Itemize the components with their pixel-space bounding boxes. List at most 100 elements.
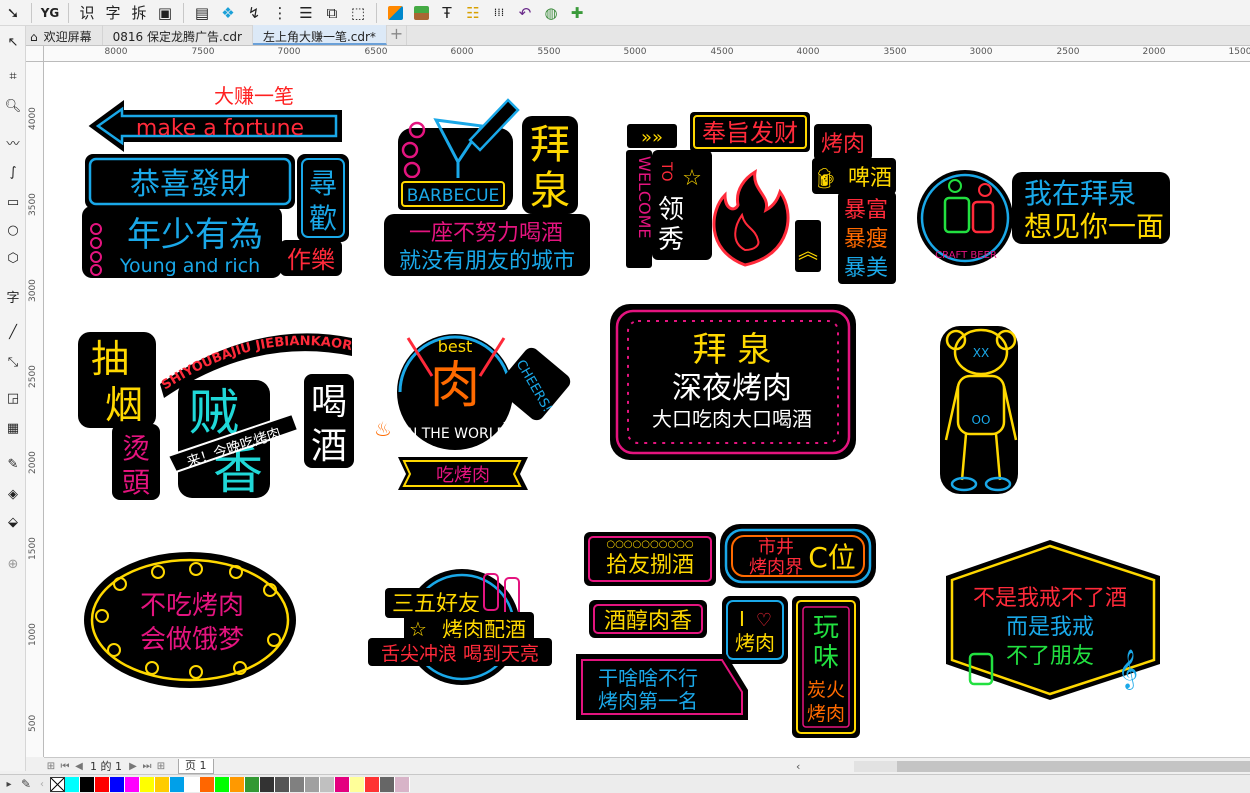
- paste-icon[interactable]: ▣: [154, 2, 176, 24]
- sticker-bbq-dream[interactable]: 不吃烤肉 会做饿梦: [84, 552, 296, 688]
- color-swatch[interactable]: [170, 776, 185, 792]
- list-icon[interactable]: ☷: [462, 2, 484, 24]
- step-icon[interactable]: ↯: [243, 2, 265, 24]
- vertical-ruler[interactable]: 4000 3500 3000 2500 2000 1500 1000 500: [26, 62, 44, 757]
- page-tab-1[interactable]: 页 1: [178, 758, 214, 774]
- crop-tool-icon[interactable]: ⌗: [3, 66, 23, 86]
- color-swatch[interactable]: [290, 776, 305, 792]
- trim-icon[interactable]: ⬚: [347, 2, 369, 24]
- curve-tool-icon[interactable]: ∫: [3, 162, 23, 182]
- sign-text: 暴美: [844, 256, 888, 281]
- ruler-corner[interactable]: [26, 46, 44, 62]
- last-page-icon[interactable]: ⏭: [140, 761, 154, 772]
- color-swatch[interactable]: [80, 776, 95, 792]
- table-icon[interactable]: ▤: [191, 2, 213, 24]
- add-tab-button[interactable]: +: [387, 25, 407, 45]
- text-button[interactable]: 字: [102, 2, 124, 24]
- text-tool-icon[interactable]: 字: [3, 286, 23, 306]
- tab-file-2[interactable]: 左上角大赚一笔.cdr*: [252, 25, 387, 45]
- sticker-welcome[interactable]: 奉旨发财 »» WELCOME TO ☆ 领 秀 ︽ 烤肉 🍺︎ 啤酒 暴富 暴…: [626, 112, 896, 284]
- no-color-swatch[interactable]: [50, 776, 65, 792]
- tab-welcome[interactable]: ⌂ 欢迎屏幕: [26, 25, 103, 45]
- color-swatch[interactable]: [125, 776, 140, 792]
- sign-text: Young and rich: [119, 255, 260, 277]
- color-swatch[interactable]: [230, 776, 245, 792]
- sticker-late-night-bbq[interactable]: 拜 泉 深夜烤肉 大口吃肉大口喝酒: [610, 304, 856, 460]
- color-swatch[interactable]: [395, 776, 410, 792]
- color-swatch[interactable]: [245, 776, 260, 792]
- add-tool-icon[interactable]: ⊕: [3, 554, 23, 574]
- color-swatch[interactable]: [155, 776, 170, 792]
- add-page-icon[interactable]: ⊞: [44, 761, 58, 772]
- sticker-kaws-figure[interactable]: XX OO: [940, 326, 1018, 494]
- tab-file-1[interactable]: 0816 保定龙腾广告.cdr: [103, 25, 253, 45]
- sticker-cluster[interactable]: ○○○○○○○○○○ 拾友捌酒 市井 烤肉界 C位 酒醇肉香 I ♡ 烤肉 干啥…: [576, 524, 876, 738]
- color-tool-icon[interactable]: [384, 2, 406, 24]
- shadow-tool-icon[interactable]: ◲: [3, 388, 23, 408]
- ellipse-tool-icon[interactable]: ○: [3, 220, 23, 240]
- grid-icon[interactable]: ⁞⁞⁞: [488, 2, 510, 24]
- chevron-right-icon: »»: [641, 127, 663, 148]
- color-swatch[interactable]: [185, 776, 200, 792]
- first-page-icon[interactable]: ⏮: [58, 761, 72, 772]
- color-swatch[interactable]: [365, 776, 380, 792]
- color-swatch[interactable]: [110, 776, 125, 792]
- sticker-best-meat[interactable]: best 肉 IN THE WORLD CHEERS! ☆☆ ♨ 吃烤肉: [374, 334, 573, 490]
- zoom-tool-icon[interactable]: 🔍︎: [3, 96, 23, 116]
- sticker-barbecue[interactable]: BARBECUE 拜 泉 一座不努力喝酒 就没有朋友的城市: [384, 98, 590, 276]
- color-swatch[interactable]: [275, 776, 290, 792]
- bar-icon[interactable]: ☰: [295, 2, 317, 24]
- drawing-canvas[interactable]: 大赚一笔 make a fortune 恭喜發財 年少有為 Young and …: [44, 62, 1250, 757]
- position-icon[interactable]: ⧉: [321, 2, 343, 24]
- color-swatch[interactable]: [335, 776, 350, 792]
- sign-text: 市井: [758, 537, 794, 558]
- plugin-icon[interactable]: ✚: [566, 2, 588, 24]
- transparency-tool-icon[interactable]: ▦: [3, 418, 23, 438]
- horizontal-scrollbar[interactable]: [854, 761, 1250, 772]
- undo-icon[interactable]: ↶: [514, 2, 536, 24]
- text-frame-icon[interactable]: Ŧ: [436, 2, 458, 24]
- horizontal-scrollbar-thumb[interactable]: [897, 761, 1250, 772]
- horizontal-ruler[interactable]: 8000 7500 7000 6500 6000 5500 5000 4500 …: [44, 46, 1250, 62]
- fill-tool-icon[interactable]: ◈: [3, 484, 23, 504]
- rectangle-tool-icon[interactable]: ▭: [3, 192, 23, 212]
- sign-text: 会做饿梦: [140, 625, 244, 655]
- color-swatch[interactable]: [65, 776, 80, 792]
- eyedropper-tool-icon[interactable]: ✎: [3, 454, 23, 474]
- color-swatch[interactable]: [200, 776, 215, 792]
- smart-fill-tool-icon[interactable]: ⬙: [3, 512, 23, 532]
- color-swatch[interactable]: [215, 776, 230, 792]
- scroll-left-icon[interactable]: ‹: [796, 760, 800, 773]
- color-swatch[interactable]: [260, 776, 275, 792]
- color-swatch[interactable]: [305, 776, 320, 792]
- color-swatch[interactable]: [350, 776, 365, 792]
- connector-tool-icon[interactable]: ⤡: [3, 352, 23, 372]
- yg-plugin-icon[interactable]: YG: [39, 2, 61, 24]
- shape-tool-icon[interactable]: ↖: [3, 32, 23, 52]
- color-swatch[interactable]: [380, 776, 395, 792]
- add-page-after-icon[interactable]: ⊞: [154, 761, 168, 772]
- sticker-friends-drink[interactable]: 三五好友 ☆ 烤肉配酒 舌尖冲浪 喝到天亮: [368, 569, 552, 685]
- split-button[interactable]: 拆: [128, 2, 150, 24]
- polygon-tool-icon[interactable]: ⬡: [3, 248, 23, 268]
- palette-menu-icon[interactable]: ▸: [0, 779, 18, 790]
- prev-page-icon[interactable]: ◀: [72, 761, 86, 772]
- color-swatch[interactable]: [95, 776, 110, 792]
- recognize-button[interactable]: 识: [76, 2, 98, 24]
- sign-text: 领: [658, 195, 684, 225]
- palette-scroll-left-icon[interactable]: ‹: [34, 779, 50, 790]
- eyedropper-icon[interactable]: ✎: [18, 777, 34, 791]
- pattern-icon[interactable]: ❖: [217, 2, 239, 24]
- color-swatch[interactable]: [320, 776, 335, 792]
- distribute-icon[interactable]: ⋮: [269, 2, 291, 24]
- sticker-friends-hexagon[interactable]: 不是我戒不了酒 而是我戒 不了朋友 𝄞: [946, 540, 1160, 700]
- freehand-tool-icon[interactable]: 〰: [3, 132, 23, 152]
- image-tool-icon[interactable]: [410, 2, 432, 24]
- pick-tool-icon[interactable]: ➘: [2, 2, 24, 24]
- sticker-make-a-fortune[interactable]: 大赚一笔 make a fortune 恭喜發財 年少有為 Young and …: [82, 84, 349, 278]
- line-tool-icon[interactable]: ╱: [3, 322, 23, 342]
- globe-icon[interactable]: ◍: [540, 2, 562, 24]
- next-page-icon[interactable]: ▶: [126, 761, 140, 772]
- sticker-craft-beer[interactable]: CRAFT BEER 我在拜泉 想见你一面: [917, 170, 1170, 266]
- color-swatch[interactable]: [140, 776, 155, 792]
